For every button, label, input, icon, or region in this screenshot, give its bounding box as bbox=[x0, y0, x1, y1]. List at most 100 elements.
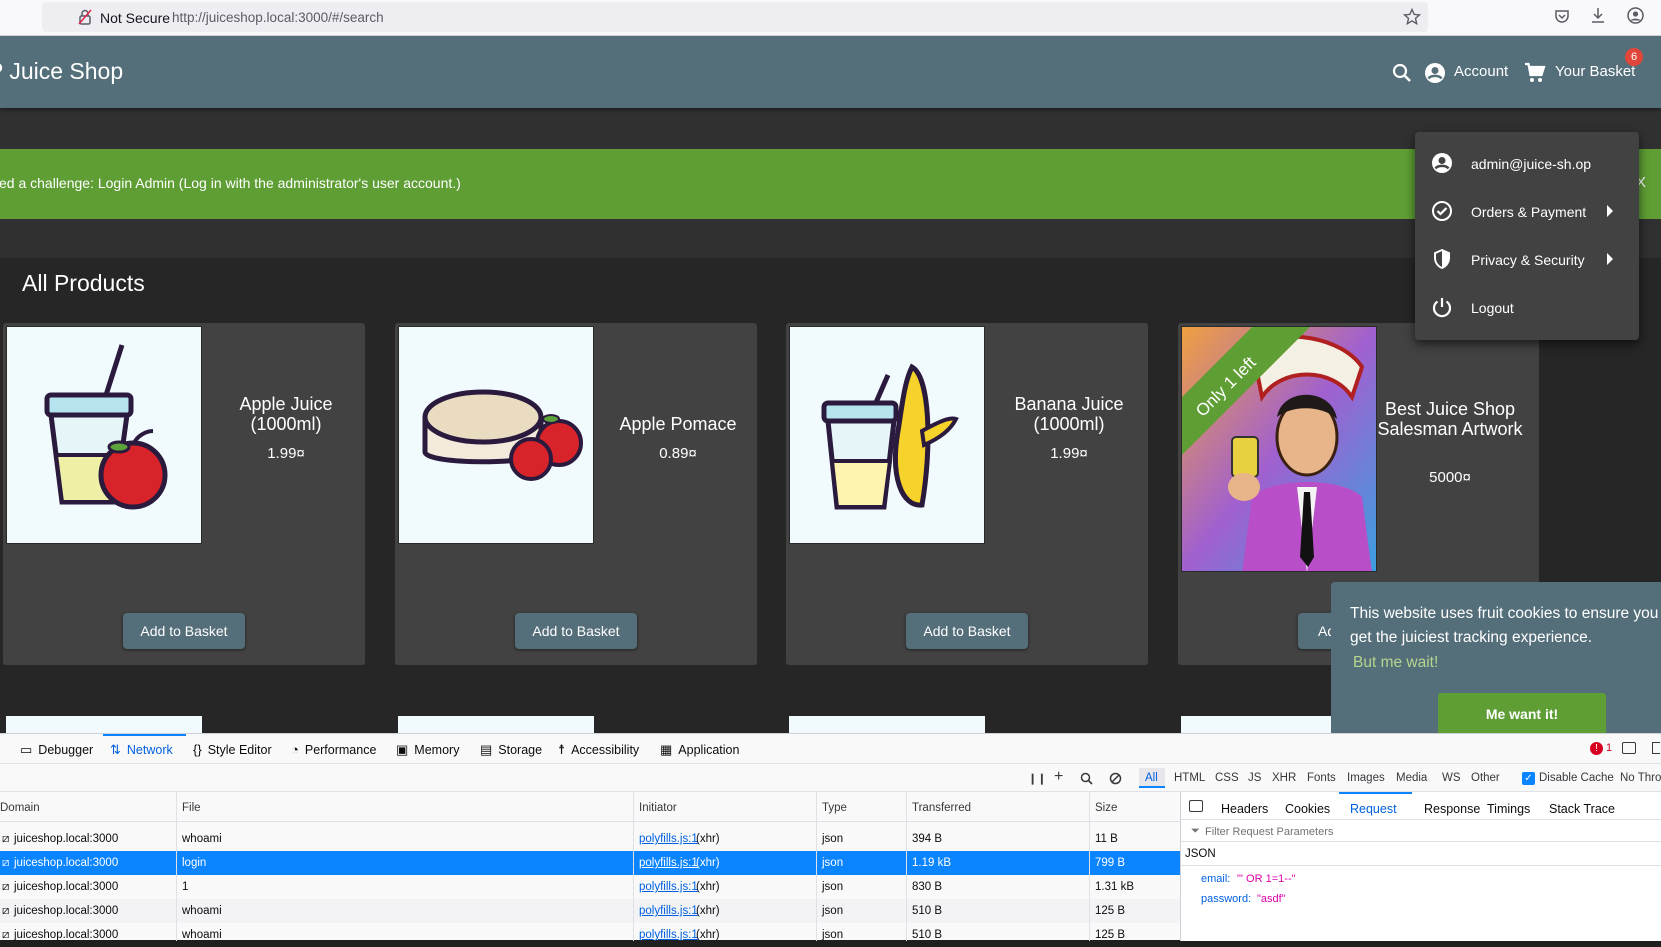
filter-ws[interactable]: WS bbox=[1442, 772, 1461, 784]
side-tab-request[interactable]: Request bbox=[1350, 802, 1397, 816]
product-card-next-row bbox=[6, 716, 202, 733]
basket-button[interactable]: Your Basket bbox=[1555, 63, 1635, 80]
tab-memory[interactable]: ▣ Memory bbox=[396, 742, 459, 758]
column-divider[interactable] bbox=[1089, 792, 1090, 941]
product-card-apple-juice[interactable]: Apple Juice (1000ml) 1.99¤ Add to Basket bbox=[3, 323, 365, 665]
throttle-select[interactable]: No Thro bbox=[1620, 772, 1661, 784]
json-label[interactable]: JSON bbox=[1185, 848, 1216, 860]
url-bar[interactable]: Not Secure http://juiceshop.local:3000/#… bbox=[42, 2, 1428, 32]
column-divider[interactable] bbox=[816, 792, 817, 941]
error-icon[interactable]: ! bbox=[1590, 742, 1603, 755]
product-image[interactable] bbox=[398, 326, 594, 544]
braces-icon: {} bbox=[193, 742, 202, 757]
filter-params-input[interactable]: Filter Request Parameters bbox=[1205, 826, 1333, 838]
shopping-cart-icon[interactable] bbox=[1524, 62, 1546, 84]
bookmark-star-icon[interactable] bbox=[1403, 8, 1421, 26]
account-circle-icon[interactable] bbox=[1424, 62, 1446, 84]
url-text[interactable]: http://juiceshop.local:3000/#/search bbox=[172, 10, 384, 25]
basket-count-badge: 6 bbox=[1625, 48, 1643, 66]
disable-cache-checkbox[interactable]: ✓ bbox=[1522, 772, 1535, 785]
submenu-arrow-icon bbox=[1607, 253, 1613, 265]
search-icon[interactable] bbox=[1080, 772, 1093, 785]
more-options-icon[interactable] bbox=[1652, 742, 1660, 754]
column-divider[interactable] bbox=[176, 792, 177, 941]
add-to-basket-button[interactable]: Add to Basket bbox=[906, 613, 1028, 649]
product-price: 1.99¤ bbox=[267, 445, 305, 462]
menu-item-privacy-security[interactable]: Privacy & Security bbox=[1415, 236, 1639, 284]
insecure-lock-icon[interactable] bbox=[78, 9, 92, 25]
filter-xhr[interactable]: XHR bbox=[1272, 772, 1296, 784]
col-file[interactable]: File bbox=[182, 802, 201, 814]
side-tab-timings[interactable]: Timings bbox=[1487, 802, 1530, 816]
filter-images[interactable]: Images bbox=[1347, 772, 1385, 784]
add-to-basket-button[interactable]: Add to Basket bbox=[515, 613, 637, 649]
side-tab-cookies[interactable]: Cookies bbox=[1285, 802, 1330, 816]
dock-toggle-icon[interactable] bbox=[1622, 742, 1636, 754]
filter-media[interactable]: Media bbox=[1396, 772, 1427, 784]
cell-initiator-type: (xhr) bbox=[696, 833, 720, 845]
cell-initiator-link[interactable]: polyfills.js:1 bbox=[639, 929, 698, 941]
side-tab-response[interactable]: Response bbox=[1424, 802, 1480, 816]
table-row[interactable]: ⧄ juiceshop.local:3000 whoami polyfills.… bbox=[0, 923, 1180, 947]
pause-icon[interactable]: ❙❙ bbox=[1028, 772, 1046, 785]
tab-network[interactable]: ⇅ Network bbox=[110, 742, 173, 758]
tab-style-editor[interactable]: {} Style Editor bbox=[193, 742, 272, 757]
search-icon[interactable] bbox=[1392, 63, 1412, 83]
add-to-basket-button[interactable]: Add to Basket bbox=[123, 613, 245, 649]
side-tab-stack-trace[interactable]: Stack Trace bbox=[1549, 802, 1615, 816]
cell-initiator-link[interactable]: polyfills.js:1 bbox=[639, 881, 698, 893]
col-domain[interactable]: Domain bbox=[0, 802, 40, 814]
product-card-apple-pomace[interactable]: Apple Pomace 0.89¤ Add to Basket bbox=[395, 323, 757, 665]
filter-fonts[interactable]: Fonts bbox=[1307, 772, 1336, 784]
cookie-learn-more-link[interactable]: But me wait! bbox=[1353, 654, 1438, 672]
product-image[interactable] bbox=[6, 326, 202, 544]
tab-debugger[interactable]: ▭ Debugger bbox=[20, 742, 93, 758]
cell-initiator-type: (xhr) bbox=[696, 905, 720, 917]
table-row[interactable]: ⧄ juiceshop.local:3000 whoami polyfills.… bbox=[0, 827, 1180, 851]
account-circle-icon bbox=[1432, 153, 1452, 173]
account-icon[interactable] bbox=[1627, 7, 1644, 24]
cell-type: json bbox=[822, 833, 844, 845]
cell-initiator-link[interactable]: polyfills.js:1 bbox=[639, 905, 698, 917]
col-size[interactable]: Size bbox=[1095, 802, 1117, 814]
app-title[interactable]: P Juice Shop bbox=[0, 58, 123, 85]
table-row[interactable]: ⧄ juiceshop.local:3000 1 polyfills.js:1 … bbox=[0, 875, 1180, 899]
cell-initiator-link[interactable]: polyfills.js:1 bbox=[639, 833, 698, 845]
menu-item-user[interactable]: admin@juice-sh.op bbox=[1415, 140, 1639, 188]
tab-performance[interactable]: ◔ Performance bbox=[291, 742, 376, 757]
filter-all[interactable]: All bbox=[1145, 772, 1158, 784]
filter-other[interactable]: Other bbox=[1471, 772, 1500, 784]
filter-js[interactable]: JS bbox=[1248, 772, 1261, 784]
col-initiator[interactable]: Initiator bbox=[639, 802, 677, 814]
cell-domain: juiceshop.local:3000 bbox=[14, 881, 119, 893]
table-row-selected[interactable]: ⧄ juiceshop.local:3000 login polyfills.j… bbox=[0, 851, 1180, 875]
col-transferred[interactable]: Transferred bbox=[912, 802, 971, 814]
clear-icon[interactable] bbox=[1109, 772, 1122, 785]
tab-storage[interactable]: ▤ Storage bbox=[480, 742, 542, 758]
col-type[interactable]: Type bbox=[822, 802, 847, 814]
add-request-icon[interactable]: + bbox=[1054, 768, 1063, 786]
cookie-accept-button[interactable]: Me want it! bbox=[1438, 693, 1606, 733]
product-image[interactable]: Only 1 left bbox=[1181, 326, 1377, 572]
product-image[interactable] bbox=[789, 326, 985, 544]
column-divider[interactable] bbox=[633, 792, 634, 941]
filter-html[interactable]: HTML bbox=[1174, 772, 1205, 784]
filter-css[interactable]: CSS bbox=[1215, 772, 1239, 784]
cell-initiator-link[interactable]: polyfills.js:1 bbox=[639, 857, 698, 869]
toggle-sidebar-icon[interactable] bbox=[1189, 800, 1203, 812]
param-value[interactable]: "' OR 1=1--" bbox=[1237, 873, 1296, 885]
cookie-consent-popup: This website uses fruit cookies to ensur… bbox=[1331, 582, 1661, 733]
menu-item-orders-payment[interactable]: Orders & Payment bbox=[1415, 188, 1639, 236]
tab-accessibility[interactable]: ☨ Accessibility bbox=[558, 742, 639, 758]
account-button[interactable]: Account bbox=[1454, 63, 1508, 80]
download-icon[interactable] bbox=[1590, 7, 1606, 24]
product-card-banana-juice[interactable]: Banana Juice (1000ml) 1.99¤ Add to Baske… bbox=[786, 323, 1148, 665]
side-tab-headers[interactable]: Headers bbox=[1221, 802, 1268, 816]
table-row[interactable]: ⧄ juiceshop.local:3000 whoami polyfills.… bbox=[0, 899, 1180, 923]
pocket-icon[interactable] bbox=[1554, 8, 1570, 24]
param-value[interactable]: "asdf" bbox=[1257, 893, 1286, 905]
column-divider[interactable] bbox=[906, 792, 907, 941]
menu-item-logout[interactable]: Logout bbox=[1415, 284, 1639, 332]
tab-application[interactable]: ▦ Application bbox=[660, 742, 739, 758]
storage-icon: ▤ bbox=[480, 742, 493, 757]
